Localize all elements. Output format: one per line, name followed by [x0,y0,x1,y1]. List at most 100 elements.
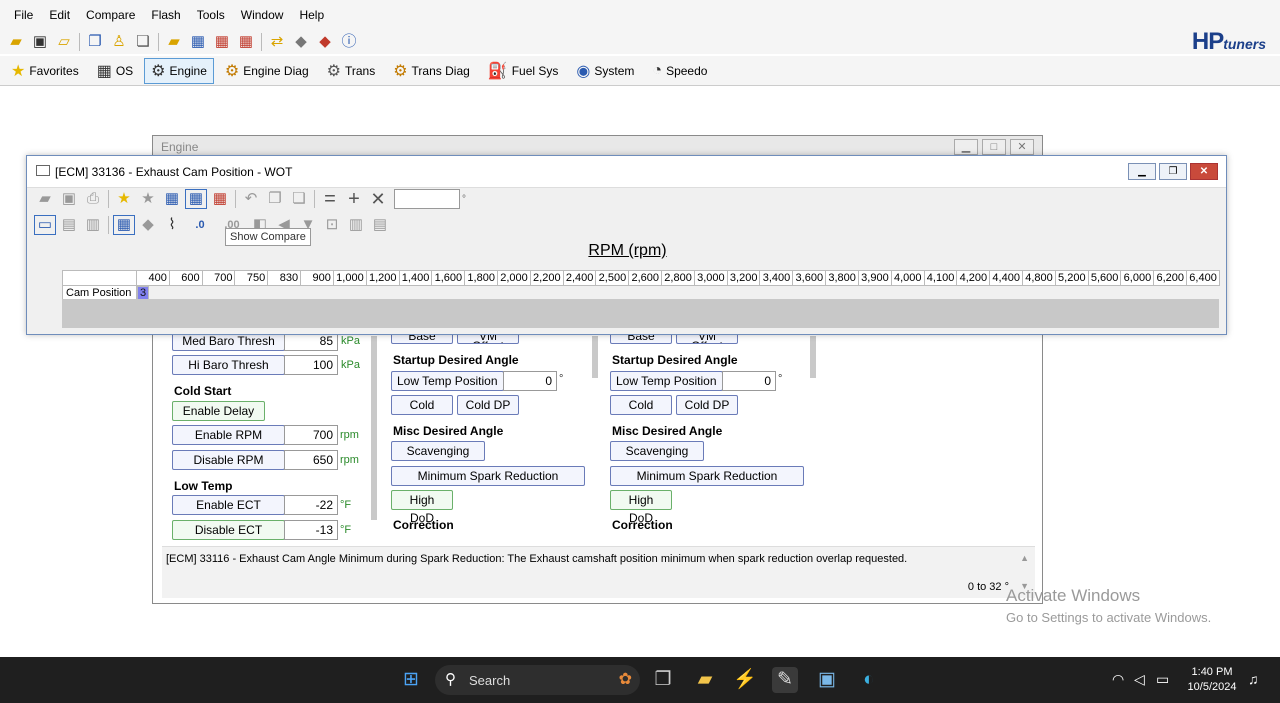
table-view-icon[interactable]: ▦ [161,189,183,209]
edge-browser-icon[interactable]: ◐ [856,667,882,693]
rpm-header-cell[interactable]: 600 [168,270,203,286]
nav-trans-diag[interactable]: ⚙ Trans Diag [386,58,477,84]
minimum-spark-reduction-button-a[interactable]: Minimum Spark Reduction [391,466,585,486]
rpm-header-cell[interactable]: 3,600 [792,270,827,286]
paste-icon[interactable]: ❏ [288,189,310,209]
disable-rpm-label[interactable]: Disable RPM [172,450,285,470]
favorite-icon[interactable]: ★ [137,189,159,209]
folder-compare-icon[interactable]: ▰ [163,32,185,52]
volume-icon[interactable]: ◁ [1134,671,1145,688]
menu-tools[interactable]: Tools [189,0,233,30]
taskbar-clock[interactable]: 1:40 PM 10/5/2024 [1180,665,1244,695]
panel-b-scrollbar[interactable] [810,336,816,378]
nav-engine-diag[interactable]: ⚙ Engine Diag [218,58,316,84]
menu-edit[interactable]: Edit [41,0,78,30]
column-icon[interactable]: ▤ [369,215,391,235]
rpm-header-cell[interactable]: 6,000 [1120,270,1155,286]
rpm-header-cell[interactable]: 3,900 [857,270,892,286]
rpm-header-cell[interactable]: 3,800 [825,270,859,286]
app-window-icon[interactable]: ▣ [814,667,840,693]
rpm-header-cell[interactable]: 5,200 [1054,270,1089,286]
nav-favorites[interactable]: ★ Favorites [4,58,86,84]
nav-system[interactable]: ◉ System [569,58,641,84]
rpm-header-cell[interactable]: 1,400 [398,270,433,286]
cold-dp-button-a[interactable]: Cold DP [457,395,519,415]
rpm-header-cell[interactable]: 1,200 [365,270,400,286]
disable-ect-label[interactable]: Disable ECT [172,520,285,540]
hptuners-app-icon[interactable]: ⚡ [732,667,758,693]
enable-rpm-label[interactable]: Enable RPM [172,425,285,445]
menu-window[interactable]: Window [233,0,292,30]
high-dod-button-b[interactable]: High DoD [610,490,672,525]
table-red-icon[interactable]: ▦ [211,32,233,52]
checksum-icon[interactable]: ❏ [132,32,154,52]
rpm-header-cell[interactable]: 4,000 [890,270,925,286]
rpm-header-cell[interactable]: 3,000 [693,270,728,286]
windows-start-icon[interactable]: ⊞ [398,667,424,693]
grid-view-icon[interactable]: ▦ [113,215,135,235]
swap-icon[interactable]: ⇄ [266,32,288,52]
taskbar-search[interactable]: ⚲ Search ✿ [435,665,640,695]
nav-fuel-sys[interactable]: ⛽ Fuel Sys [481,58,566,84]
enable-rpm-value[interactable]: 700 [284,425,338,445]
split-horizontal-icon[interactable]: ▤ [58,215,80,235]
low-temp-position-value-b[interactable]: 0 [722,371,776,391]
nav-trans[interactable]: ⚙ Trans [320,58,383,84]
minimum-spark-reduction-button-b[interactable]: Minimum Spark Reduction [610,466,804,486]
scavenging-button-b[interactable]: Scavenging [610,441,704,461]
disable-ect-value[interactable]: -13 [284,520,338,540]
undo-icon[interactable]: ↶ [240,189,262,209]
menu-compare[interactable]: Compare [78,0,143,30]
rpm-header-cell[interactable]: 4,400 [989,270,1023,286]
select-all-icon[interactable]: ⊡ [321,215,343,235]
multiply-icon[interactable]: ✕ [367,189,389,209]
rpm-header-cell[interactable]: 2,400 [562,270,597,286]
rpm-header-cell[interactable]: 1,000 [332,270,367,286]
split-vertical-icon[interactable]: ▥ [82,215,104,235]
table-diff-icon[interactable]: ▦ [209,189,231,209]
nav-speedo[interactable]: ◔ Speedo [645,58,714,84]
menu-help[interactable]: Help [291,0,332,30]
eraser-icon[interactable]: ◆ [290,32,312,52]
align-icon[interactable]: ▥ [345,215,367,235]
copy-icon[interactable]: ❐ [264,189,286,209]
hi-baro-thresh-label[interactable]: Hi Baro Thresh [172,355,285,375]
diamond-icon[interactable]: ◆ [137,215,159,235]
open-recent-icon[interactable]: ▱ [53,32,75,52]
enable-delay-button[interactable]: Enable Delay [172,401,265,421]
rpm-header-cell[interactable]: 3,400 [759,270,794,286]
rpm-header-cell[interactable]: 4,200 [956,270,991,286]
low-temp-position-label-a[interactable]: Low Temp Position [391,371,504,391]
rpm-header-cell[interactable]: 4,100 [923,270,958,286]
vehicle-info-icon[interactable]: ♙ [108,32,130,52]
rpm-header-cell[interactable]: 2,000 [496,270,531,286]
maximize-button[interactable]: ❐ [1159,163,1187,180]
open-folder-icon[interactable]: ▰ [5,32,27,52]
rpm-header-cell[interactable]: 750 [234,270,269,286]
low-temp-position-label-b[interactable]: Low Temp Position [610,371,723,391]
nav-engine[interactable]: ⚙ Engine [144,57,214,84]
battery-icon[interactable]: ▭ [1156,671,1169,688]
cold-button-b[interactable]: Cold [610,395,672,415]
rpm-header-cell[interactable]: 830 [267,270,302,286]
scroll-up-arrow-icon[interactable]: ▲ [1020,553,1029,563]
menu-file[interactable]: File [6,0,41,30]
notification-bell-icon[interactable]: ♫ [1248,671,1259,687]
wifi-icon[interactable]: ◠ [1112,671,1124,688]
rpm-header-cell[interactable]: 900 [300,270,334,286]
print-icon[interactable]: ⎙ [82,189,104,209]
rpm-header-cell[interactable]: 2,800 [661,270,695,286]
add-favorite-icon[interactable]: ★ [113,189,135,209]
task-view-icon[interactable]: ❐ [650,667,676,693]
plus-icon[interactable]: + [343,189,365,209]
rpm-header-cell[interactable]: 2,600 [628,270,662,286]
close-button[interactable]: ✕ [1010,139,1034,155]
graph-icon[interactable]: ⌇ [161,215,183,235]
tools-app-icon[interactable]: ✎ [772,667,798,693]
rpm-header-cell[interactable]: 3,200 [726,270,761,286]
rpm-header-cell[interactable]: 6,400 [1186,270,1220,286]
rpm-header-cell[interactable]: 2,500 [595,270,630,286]
maximize-button[interactable]: □ [982,139,1006,155]
scavenging-button-a[interactable]: Scavenging [391,441,485,461]
table-icon[interactable]: ▦ [187,32,209,52]
